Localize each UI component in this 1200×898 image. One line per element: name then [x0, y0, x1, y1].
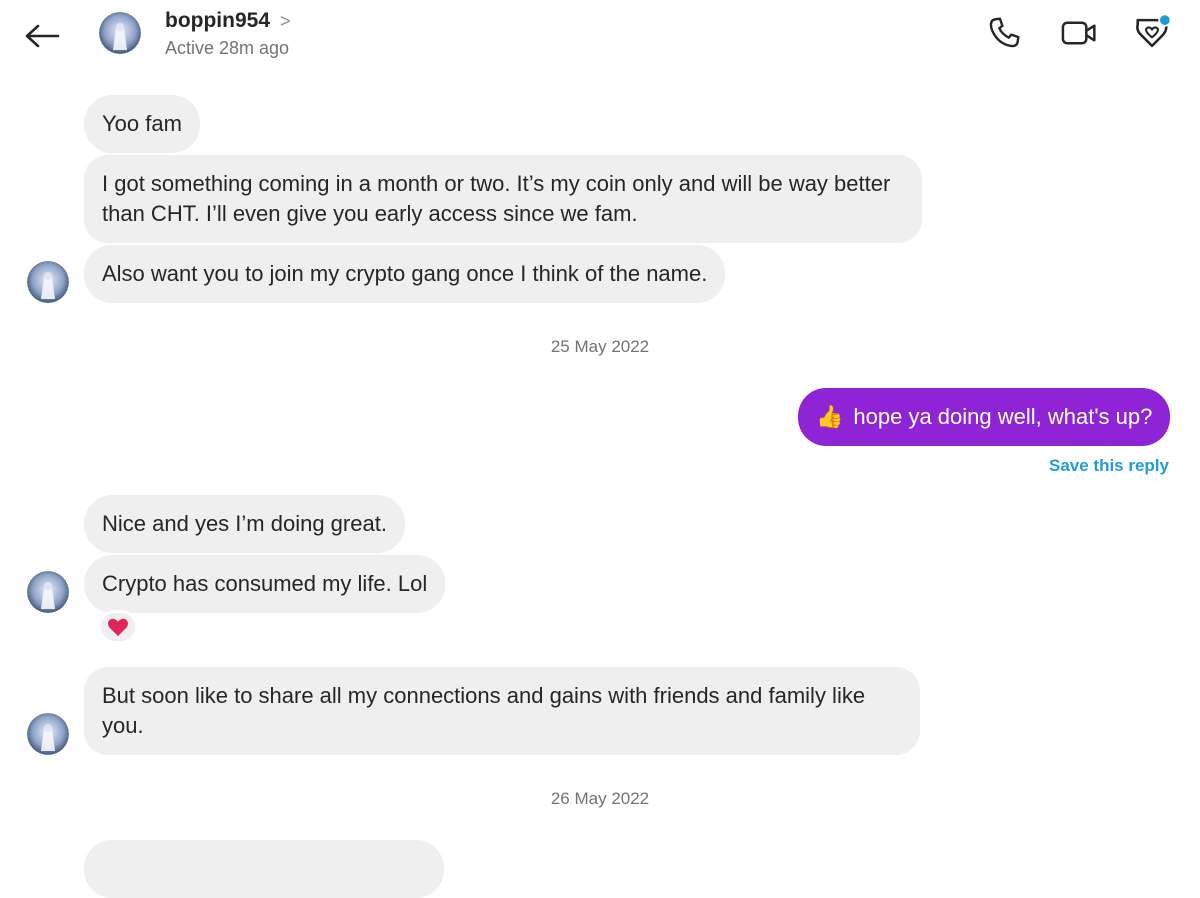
incoming-message-partial[interactable] [84, 840, 444, 898]
heart-tag-icon [1136, 13, 1172, 48]
back-button[interactable] [20, 16, 64, 56]
sender-avatar[interactable] [27, 261, 69, 303]
incoming-message[interactable]: But soon like to share all my connection… [84, 667, 920, 755]
date-separator: 26 May 2022 [550, 789, 650, 808]
conversation-details-button[interactable] [1132, 13, 1172, 53]
phone-icon [989, 17, 1020, 48]
incoming-message[interactable]: Also want you to join my crypto gang onc… [84, 245, 726, 303]
sender-avatar[interactable] [27, 713, 69, 755]
incoming-message[interactable]: I got something coming in a month or two… [84, 155, 922, 243]
incoming-message[interactable]: Nice and yes I’m doing great. [84, 495, 405, 553]
red-heart-icon [108, 618, 128, 637]
username: boppin954 [165, 9, 271, 32]
video-call-button[interactable] [1059, 13, 1099, 53]
incoming-message[interactable]: Yoo fam [84, 95, 200, 153]
chevron-right-icon: > [280, 10, 291, 31]
sender-avatar[interactable] [27, 571, 69, 613]
incoming-message[interactable]: Crypto has consumed my life. Lol [84, 555, 446, 613]
message-reaction[interactable] [98, 610, 138, 644]
video-camera-icon [1061, 21, 1096, 45]
thumbs-up-emoji: 👍 [816, 404, 844, 429]
back-arrow-icon [25, 24, 60, 48]
save-reply-link[interactable]: Save this reply [1049, 456, 1169, 476]
header-avatar[interactable] [99, 12, 141, 54]
date-separator: 25 May 2022 [550, 337, 650, 356]
active-status: Active 28m ago [165, 38, 290, 58]
outgoing-message[interactable]: 👍 hope ya doing well, what's up? [798, 388, 1171, 446]
username-link[interactable]: boppin954 > [165, 9, 291, 33]
audio-call-button[interactable] [984, 13, 1024, 53]
outgoing-message-text: hope ya doing well, what's up? [853, 404, 1153, 429]
